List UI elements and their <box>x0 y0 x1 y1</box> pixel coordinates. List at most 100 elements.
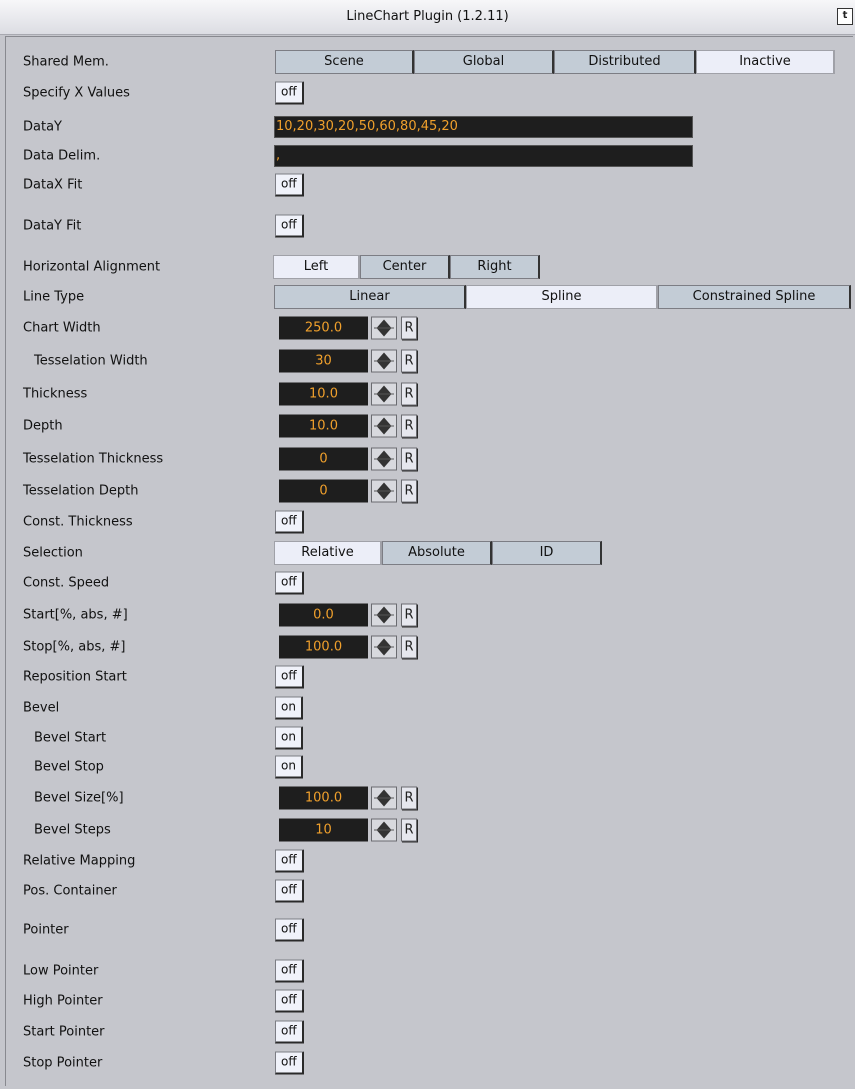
line-type-constrained-spline-button[interactable]: Constrained Spline <box>658 285 851 309</box>
shared-mem-selector: Scene Global Distributed Inactive <box>275 50 835 74</box>
tess-depth-spinner[interactable] <box>371 479 399 503</box>
reposition-start-toggle[interactable]: off <box>275 665 304 689</box>
datay-label: DataY <box>23 119 62 135</box>
spinner-arrows-icon[interactable] <box>371 818 397 842</box>
spinner-arrows-icon[interactable] <box>371 349 397 373</box>
const-speed-label: Const. Speed <box>23 575 110 591</box>
line-type-spline-button[interactable]: Spline <box>466 285 658 309</box>
shared-mem-global-button[interactable]: Global <box>414 50 554 74</box>
data-delim-input[interactable]: , <box>274 145 693 167</box>
stop-pointer-toggle[interactable]: off <box>275 1051 304 1075</box>
start-pointer-label: Start Pointer <box>23 1024 105 1040</box>
bevel-start-toggle[interactable]: on <box>275 726 303 750</box>
thickness-spinner[interactable] <box>371 382 399 406</box>
stop-label: Stop[%, abs, #] <box>23 639 126 655</box>
selection-absolute-button[interactable]: Absolute <box>382 541 492 565</box>
shared-mem-distributed-button[interactable]: Distributed <box>554 50 696 74</box>
low-pointer-label: Low Pointer <box>23 963 99 979</box>
selection-id-button[interactable]: ID <box>492 541 602 565</box>
tess-depth-reset-button[interactable]: R <box>401 479 418 504</box>
h-align-selector: Left Center Right <box>273 255 540 279</box>
h-align-center-button[interactable]: Center <box>360 255 450 279</box>
bevel-stop-label: Bevel Stop <box>34 759 104 775</box>
start-reset-button[interactable]: R <box>401 603 418 628</box>
bevel-size-label: Bevel Size[%] <box>34 790 124 806</box>
const-thickness-toggle[interactable]: off <box>275 510 304 534</box>
high-pointer-toggle[interactable]: off <box>275 989 304 1013</box>
spinner-arrows-icon[interactable] <box>371 786 397 810</box>
spinner-arrows-icon[interactable] <box>371 316 397 340</box>
start-label: Start[%, abs, #] <box>23 607 128 623</box>
tess-width-spinner[interactable] <box>371 349 399 373</box>
low-pointer-toggle[interactable]: off <box>275 959 304 983</box>
spinner-arrows-icon[interactable] <box>371 635 397 659</box>
window-title: LineChart Plugin (1.2.11) <box>346 9 509 24</box>
pointer-label: Pointer <box>23 922 69 938</box>
reposition-start-label: Reposition Start <box>23 669 127 685</box>
relative-mapping-label: Relative Mapping <box>23 853 136 869</box>
chart-width-reset-button[interactable]: R <box>401 316 418 341</box>
pos-container-label: Pos. Container <box>23 883 117 899</box>
tess-depth-input[interactable]: 0 <box>279 479 368 503</box>
chart-width-spinner[interactable] <box>371 316 399 340</box>
spinner-arrows-icon[interactable] <box>371 479 397 503</box>
spinner-arrows-icon[interactable] <box>371 414 397 438</box>
bevel-steps-spinner[interactable] <box>371 818 399 842</box>
datax-fit-toggle[interactable]: off <box>275 173 304 197</box>
bevel-steps-label: Bevel Steps <box>34 822 111 838</box>
bevel-stop-toggle[interactable]: on <box>275 755 303 779</box>
datax-fit-label: DataX Fit <box>23 177 83 193</box>
datay-fit-toggle[interactable]: off <box>275 214 304 238</box>
chart-width-input[interactable]: 250.0 <box>279 316 368 340</box>
plugin-badge-icon[interactable]: t <box>837 8 853 25</box>
start-pointer-toggle[interactable]: off <box>275 1020 304 1044</box>
specify-x-toggle[interactable]: off <box>275 81 304 105</box>
h-align-left-button[interactable]: Left <box>273 255 360 279</box>
shared-mem-inactive-button[interactable]: Inactive <box>696 50 835 74</box>
tess-thickness-input[interactable]: 0 <box>279 447 368 471</box>
bevel-size-reset-button[interactable]: R <box>401 786 418 811</box>
stop-spinner[interactable] <box>371 635 399 659</box>
bevel-size-spinner[interactable] <box>371 786 399 810</box>
bevel-size-input[interactable]: 100.0 <box>279 786 368 810</box>
thickness-label: Thickness <box>23 386 88 402</box>
tess-width-reset-button[interactable]: R <box>401 349 418 374</box>
tess-width-label: Tesselation Width <box>34 353 148 369</box>
spinner-arrows-icon[interactable] <box>371 603 397 627</box>
spinner-arrows-icon[interactable] <box>371 447 397 471</box>
depth-input[interactable]: 10.0 <box>279 414 368 438</box>
pointer-toggle[interactable]: off <box>275 918 304 942</box>
stop-input[interactable]: 100.0 <box>279 635 368 659</box>
h-align-right-button[interactable]: Right <box>450 255 540 279</box>
selection-relative-button[interactable]: Relative <box>274 541 382 565</box>
selection-selector: Relative Absolute ID <box>274 541 602 565</box>
chart-width-label: Chart Width <box>23 320 101 336</box>
thickness-input[interactable]: 10.0 <box>279 382 368 406</box>
bevel-steps-reset-button[interactable]: R <box>401 818 418 843</box>
relative-mapping-toggle[interactable]: off <box>275 849 304 873</box>
line-type-linear-button[interactable]: Linear <box>274 285 466 309</box>
tess-thickness-spinner[interactable] <box>371 447 399 471</box>
depth-reset-button[interactable]: R <box>401 414 418 439</box>
start-input[interactable]: 0.0 <box>279 603 368 627</box>
tess-width-input[interactable]: 30 <box>279 349 368 373</box>
start-spinner[interactable] <box>371 603 399 627</box>
pos-container-toggle[interactable]: off <box>275 879 304 903</box>
bevel-toggle[interactable]: on <box>275 696 303 720</box>
spinner-arrows-icon[interactable] <box>371 382 397 406</box>
window-titlebar: LineChart Plugin (1.2.11) t <box>0 0 855 35</box>
shared-mem-scene-button[interactable]: Scene <box>275 50 414 74</box>
data-delim-label: Data Delim. <box>23 148 101 164</box>
bevel-steps-input[interactable]: 10 <box>279 818 368 842</box>
datay-input[interactable]: 10,20,30,20,50,60,80,45,20 <box>274 116 693 138</box>
h-align-label: Horizontal Alignment <box>23 259 161 275</box>
thickness-reset-button[interactable]: R <box>401 382 418 407</box>
tess-depth-label: Tesselation Depth <box>23 483 139 499</box>
depth-spinner[interactable] <box>371 414 399 438</box>
tess-thickness-label: Tesselation Thickness <box>23 451 164 467</box>
const-thickness-label: Const. Thickness <box>23 514 133 530</box>
stop-reset-button[interactable]: R <box>401 635 418 660</box>
const-speed-toggle[interactable]: off <box>275 571 304 595</box>
tess-thickness-reset-button[interactable]: R <box>401 447 418 472</box>
selection-label: Selection <box>23 545 83 561</box>
